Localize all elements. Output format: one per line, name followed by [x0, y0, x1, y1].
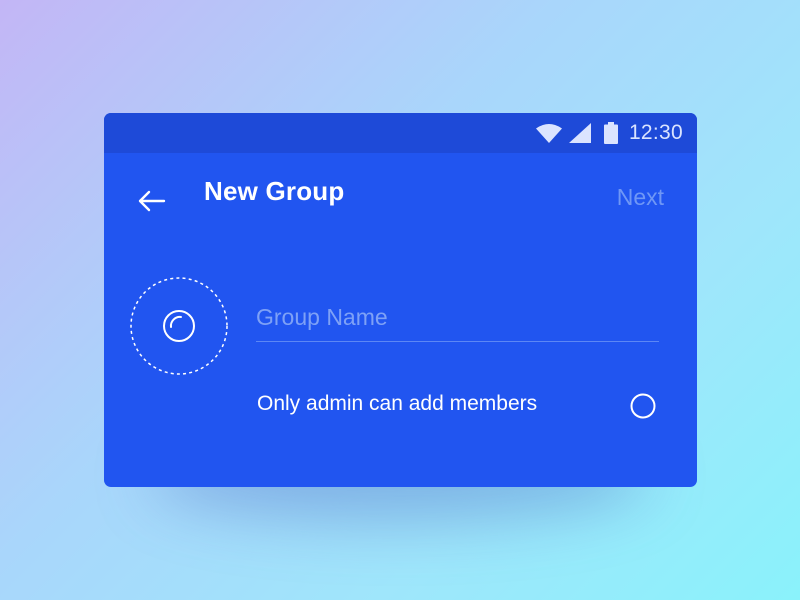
status-time: 12:30 — [628, 121, 683, 144]
status-icons: 12:30 — [535, 113, 683, 153]
signal-icon — [568, 123, 591, 143]
battery-icon — [603, 122, 618, 144]
page-title: New Group — [204, 176, 345, 206]
admin-only-label: Only admin can add members — [257, 392, 538, 415]
wifi-icon — [535, 124, 562, 143]
back-button[interactable] — [136, 187, 168, 215]
status-bar: 12:30 — [104, 113, 697, 153]
radio-unchecked-icon — [630, 393, 656, 419]
next-button[interactable]: Next — [617, 184, 664, 211]
arrow-left-icon — [138, 190, 166, 212]
new-group-card: 12:30 New Group Next Only admin can add … — [104, 113, 697, 487]
admin-only-radio[interactable] — [630, 393, 656, 419]
group-name-input[interactable] — [256, 293, 659, 342]
camera-lens-icon — [130, 277, 228, 375]
group-photo-picker[interactable] — [129, 276, 229, 376]
